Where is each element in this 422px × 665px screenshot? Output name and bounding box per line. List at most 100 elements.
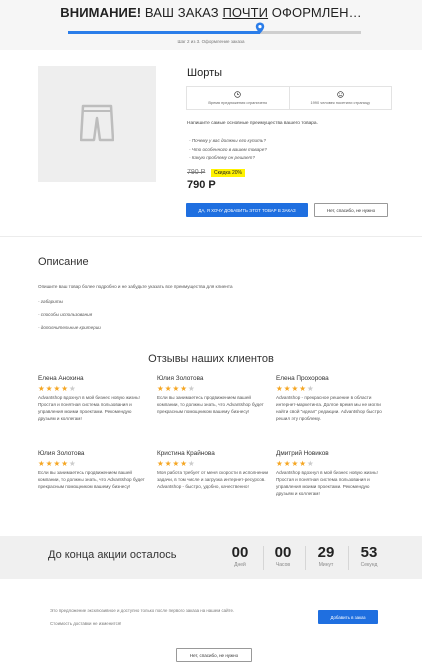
page-title: ВНИМАНИЕ! ВАШ ЗАКАЗ ПОЧТИ ОФОРМЛЕН… <box>60 5 362 20</box>
review-text: Если вы занимаетесь продвижением вашей к… <box>157 395 264 414</box>
star-rating: ★ ★ ★ ★ ★ <box>38 385 150 393</box>
star-icon: ★ <box>180 384 187 393</box>
description-text: Опишите ваш товар более подробно и не за… <box>38 284 233 289</box>
star-icon: ★ <box>283 384 291 393</box>
star-icon: ★ <box>283 459 291 468</box>
reviewer-name: Юлия Золотова <box>157 375 204 382</box>
reviews-title: Отзывы наших клиентов <box>148 353 274 365</box>
countdown-caption: Секунд <box>360 562 378 568</box>
review-card: Юлия Золотова ★ ★ ★ ★ ★ Если вы занимаетесь … <box>38 450 150 491</box>
review-text: Моя работа требует от меня скорости в ис… <box>157 470 269 489</box>
star-icon: ★ <box>61 384 68 393</box>
star-rating: ★ ★ ★ ★ ★ <box>276 460 388 468</box>
info-time-text: Время предложения ограничено <box>208 100 268 105</box>
add-to-order-button-bottom[interactable]: Добавить в заказ <box>318 610 378 624</box>
product-image <box>38 66 156 182</box>
info-time-limited: Время предложения ограничено <box>187 87 289 109</box>
review-card: Елена Анохина ★ ★ ★ ★ ★ Advantshop вдохнул в… <box>38 375 150 423</box>
star-icon: ★ <box>45 459 53 468</box>
star-rating: ★ ★ ★ ★ ★ <box>157 385 269 393</box>
countdown-label: До конца акции осталось <box>48 549 177 561</box>
star-icon: ★ <box>299 459 306 468</box>
description-list: - габариты - способы использования - доп… <box>38 295 101 334</box>
review-card: Елена Прохорова ★ ★ ★ ★ ★ Advantshop - прекр… <box>276 375 388 423</box>
step-text: Шаг 2 из 3. Оформление заказа <box>177 39 245 44</box>
star-icon: ★ <box>164 384 172 393</box>
star-icon: ★ <box>157 384 164 393</box>
review-card: Юлия Золотова ★ ★ ★ ★ ★ Если вы занимаетесь … <box>157 375 269 416</box>
reviewer-name: Дмитрий Новиков <box>276 450 329 457</box>
star-icon: ★ <box>172 384 180 393</box>
old-price: 790 Р <box>187 169 206 176</box>
countdown-value: 53 <box>360 544 378 561</box>
info-visitors: 1990 человек посетили страницу <box>288 87 392 109</box>
star-icon: ★ <box>68 459 76 468</box>
add-to-order-button[interactable]: ДА, Я ХОЧУ ДОБАВИТЬ ЭТОТ ТОВАР В ЗАКАЗ <box>186 203 308 217</box>
star-icon: ★ <box>164 459 172 468</box>
star-icon: ★ <box>276 459 283 468</box>
order-progress-bar <box>68 31 361 34</box>
shorts-placeholder-icon <box>80 104 114 142</box>
question-item: - Почему у вас должны его купить? <box>189 138 266 143</box>
map-pin-icon <box>255 22 265 34</box>
question-item: - Какую проблему он решает? <box>189 155 255 160</box>
countdown-value: 00 <box>231 544 249 561</box>
product-name: Шорты <box>187 67 223 79</box>
star-icon: ★ <box>53 384 61 393</box>
review-card: Кристина Крайнова ★ ★ ★ ★ ★ Моя работа требу… <box>157 450 269 491</box>
star-icon: ★ <box>291 459 299 468</box>
review-card: Дмитрий Новиков ★ ★ ★ ★ ★ Advantshop вдохнул… <box>276 450 388 498</box>
info-visitors-text: 1990 человек посетили страницу <box>310 100 371 105</box>
review-text: Advantshop вдохнул в мой бизнес новую жи… <box>38 395 140 421</box>
review-text: Advantshop - прекрасное решение в област… <box>276 395 382 421</box>
countdown-caption: Минут <box>318 562 334 568</box>
progress-fill <box>68 31 260 34</box>
star-icon: ★ <box>38 459 45 468</box>
star-icon: ★ <box>38 384 45 393</box>
reviewer-name: Елена Анохина <box>38 375 84 382</box>
star-rating: ★ ★ ★ ★ ★ <box>276 385 388 393</box>
description-title: Описание <box>38 256 89 268</box>
question-item: - Что особенного в вашем товаре? <box>189 146 267 152</box>
countdown-caption: Дней <box>234 562 246 568</box>
decline-button[interactable]: Нет, спасибо, не нужно <box>314 203 388 217</box>
countdown-minutes: 29 Минут <box>306 544 346 568</box>
reviewer-name: Елена Прохорова <box>276 375 329 382</box>
countdown-value: 00 <box>274 544 292 561</box>
header-banner: ВНИМАНИЕ! ВАШ ЗАКАЗ ПОЧТИ ОФОРМЛЕН… Шаг … <box>0 0 422 50</box>
star-icon: ★ <box>172 459 180 468</box>
countdown-days: 00 Дней <box>220 544 260 568</box>
delivery-note: Стоимость доставки не изменится! <box>50 621 122 626</box>
star-icon: ★ <box>53 459 61 468</box>
star-icon: ★ <box>306 459 314 468</box>
clock-icon <box>234 91 241 98</box>
product-info-box: Время предложения ограничено 1990 челове… <box>186 86 392 110</box>
new-price: 790 Р <box>187 179 216 191</box>
reviewer-name: Кристина Крайнова <box>157 450 215 457</box>
review-text: Если вы занимаетесь продвижением вашей к… <box>38 470 145 489</box>
star-icon: ★ <box>299 384 306 393</box>
star-icon: ★ <box>187 384 195 393</box>
decline-button-bottom[interactable]: Нет, спасибо, не нужно <box>176 648 252 662</box>
star-icon: ★ <box>187 459 195 468</box>
countdown-caption: Часов <box>275 562 291 568</box>
description-item: - габариты <box>38 299 64 304</box>
countdown-seconds: 53 Секунд <box>349 544 389 568</box>
countdown-hours: 00 Часов <box>263 544 303 568</box>
countdown-value: 29 <box>317 544 335 561</box>
star-icon: ★ <box>68 384 76 393</box>
smile-icon <box>337 91 344 98</box>
description-item: - дополнительные критерии <box>38 325 101 330</box>
discount-badge: Скидка 20% <box>211 169 245 177</box>
benefits-questions: - Почему у вас должны его купить? - Что … <box>189 137 267 163</box>
star-rating: ★ ★ ★ ★ ★ <box>38 460 150 468</box>
benefits-title: Напишите самые основные преимущества ваш… <box>187 121 318 126</box>
star-icon: ★ <box>157 459 164 468</box>
description-item: - способы использования <box>38 312 93 317</box>
divider <box>0 236 422 237</box>
review-text: Advantshop вдохнул в мой бизнес новую жи… <box>276 470 378 496</box>
star-icon: ★ <box>291 384 299 393</box>
star-rating: ★ ★ ★ ★ ★ <box>157 460 269 468</box>
star-icon: ★ <box>45 384 53 393</box>
star-icon: ★ <box>61 459 68 468</box>
